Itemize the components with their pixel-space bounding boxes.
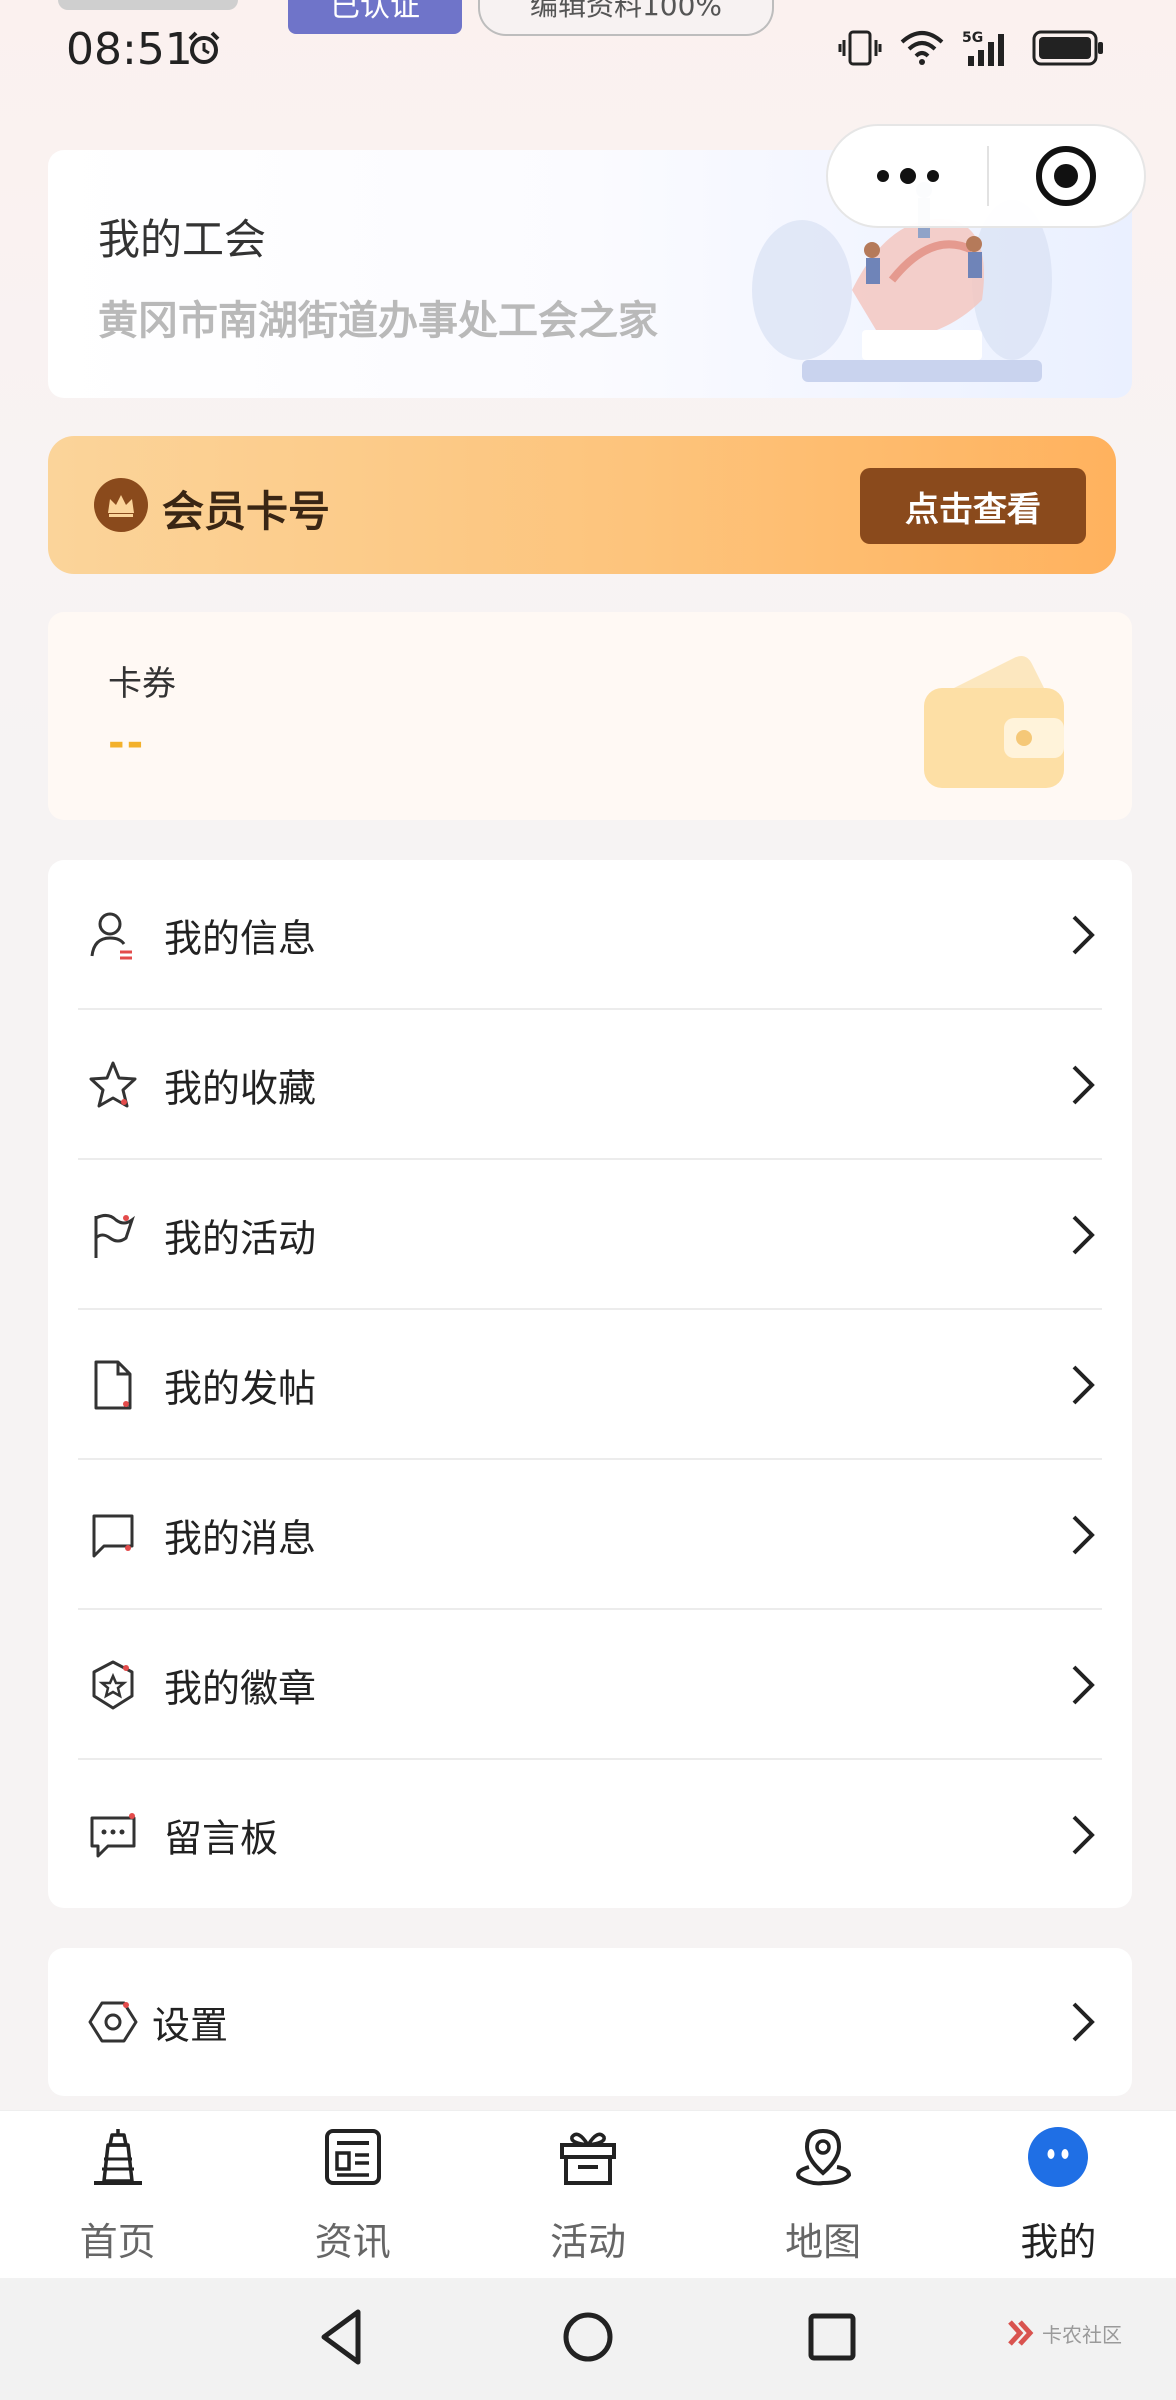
gift-icon <box>559 2132 616 2185</box>
tab-activities[interactable]: 活动 <box>470 2111 705 2279</box>
chevron-right-icon <box>1072 1815 1095 1855</box>
menu-item-my-favorites[interactable]: 我的收藏 <box>48 1010 1132 1160</box>
tab-label: 地图 <box>785 2220 862 2264</box>
back-icon[interactable] <box>308 2302 378 2372</box>
star-icon <box>89 1061 137 1108</box>
status-icons: 5G <box>838 28 1106 68</box>
view-member-card-button[interactable]: 点击查看 <box>860 468 1086 544</box>
chevron-right-icon <box>1072 915 1095 955</box>
coupon-card[interactable]: 卡券 -- <box>48 612 1132 820</box>
status-bar: 已认证 编辑资料100% 08:51 5G <box>0 0 1176 100</box>
menu-item-my-activities[interactable]: 我的活动 <box>48 1160 1132 1310</box>
menu-item-label: 我的信息 <box>164 916 317 961</box>
comment-board-icon <box>90 1813 136 1858</box>
signal-5g-icon: 5G <box>962 30 1004 66</box>
coupon-value: -- <box>108 720 146 766</box>
crown-icon <box>94 478 148 532</box>
edit-profile-button[interactable]: 编辑资料100% <box>478 0 774 36</box>
battery-icon <box>1032 30 1103 66</box>
tab-label: 首页 <box>79 2220 156 2264</box>
document-icon <box>94 1360 132 1410</box>
settings-icon <box>88 2001 138 2043</box>
menu-item-label: 留言板 <box>164 1816 279 1861</box>
tab-label: 资讯 <box>314 2220 391 2264</box>
union-name: 黄冈市南湖街道办事处工会之家 <box>98 298 658 344</box>
menu-item-message-board[interactable]: 留言板 <box>48 1760 1132 1910</box>
tab-mine[interactable]: 我的 <box>941 2111 1176 2279</box>
alarm-icon <box>188 31 220 64</box>
menu-item-my-messages[interactable]: 我的消息 <box>48 1460 1132 1610</box>
message-icon <box>92 1514 134 1558</box>
avatar[interactable] <box>58 0 238 10</box>
tab-news[interactable]: 资讯 <box>235 2111 470 2279</box>
recents-icon[interactable] <box>797 2302 867 2372</box>
svg-text:5G: 5G <box>962 30 983 46</box>
chevron-right-icon <box>1072 1365 1095 1405</box>
watermark-text: 卡农社区 <box>1042 2322 1122 2347</box>
more-button[interactable] <box>828 126 987 226</box>
edit-profile-label: 编辑资料100% <box>529 0 723 22</box>
tab-map[interactable]: 地图 <box>706 2111 941 2279</box>
map-pin-icon <box>796 2128 852 2186</box>
close-miniprogram-button[interactable] <box>989 126 1144 226</box>
news-icon <box>324 2129 381 2185</box>
vibrate-icon <box>838 30 882 66</box>
tab-label: 我的 <box>1020 2220 1097 2264</box>
watermark: 卡农社区 <box>1006 2318 1122 2348</box>
home-icon <box>93 2129 142 2185</box>
wallet-icon <box>924 656 1064 788</box>
user-icon <box>90 912 132 960</box>
tab-label: 活动 <box>549 2220 626 2264</box>
more-dots-icon <box>876 168 939 184</box>
menu-item-label: 我的收藏 <box>164 1066 317 1111</box>
chevron-right-icon <box>1072 1215 1095 1255</box>
member-card-label: 会员卡号 <box>162 487 331 536</box>
settings-label: 设置 <box>152 2003 229 2048</box>
home-circle-icon[interactable] <box>553 2302 623 2372</box>
menu-item-my-badges[interactable]: 我的徽章 <box>48 1610 1132 1760</box>
system-nav-bar: 卡农社区 <box>0 2278 1176 2400</box>
member-card-bar: 会员卡号 点击查看 <box>48 436 1116 574</box>
wifi-icon <box>900 31 944 65</box>
target-icon <box>1036 146 1097 206</box>
menu-item-label: 我的徽章 <box>164 1666 317 1711</box>
coupon-label: 卡券 <box>108 664 176 704</box>
menu-item-my-info[interactable]: 我的信息 <box>48 860 1132 1010</box>
settings-row[interactable]: 设置 <box>48 1948 1132 2096</box>
tab-home[interactable]: 首页 <box>0 2111 235 2279</box>
profile-face-icon <box>1028 2127 1089 2187</box>
chevron-right-icon <box>1072 2002 1095 2042</box>
badge-icon <box>92 1660 134 1710</box>
bottom-tab-bar: 首页 资讯 活动 地图 我的 <box>0 2110 1176 2278</box>
watermark-logo-icon <box>1008 2320 1034 2346</box>
chevron-right-icon <box>1072 1665 1095 1705</box>
menu-item-my-posts[interactable]: 我的发帖 <box>48 1310 1132 1460</box>
chevron-right-icon <box>1072 1515 1095 1555</box>
menu-item-label: 我的消息 <box>164 1516 317 1561</box>
status-time: 08:51 <box>66 24 193 75</box>
miniprogram-capsule <box>826 124 1146 228</box>
menu-item-label: 我的活动 <box>164 1216 317 1261</box>
menu-list: 我的信息 我的收藏 我的活动 我的发帖 我的消息 我的徽章 留言板 <box>48 860 1132 1908</box>
chevron-right-icon <box>1072 1065 1095 1105</box>
menu-item-label: 我的发帖 <box>164 1366 317 1411</box>
certified-badge: 已认证 <box>288 0 462 34</box>
union-title: 我的工会 <box>98 215 267 264</box>
certified-label: 已认证 <box>330 0 420 24</box>
flag-icon <box>94 1213 135 1258</box>
